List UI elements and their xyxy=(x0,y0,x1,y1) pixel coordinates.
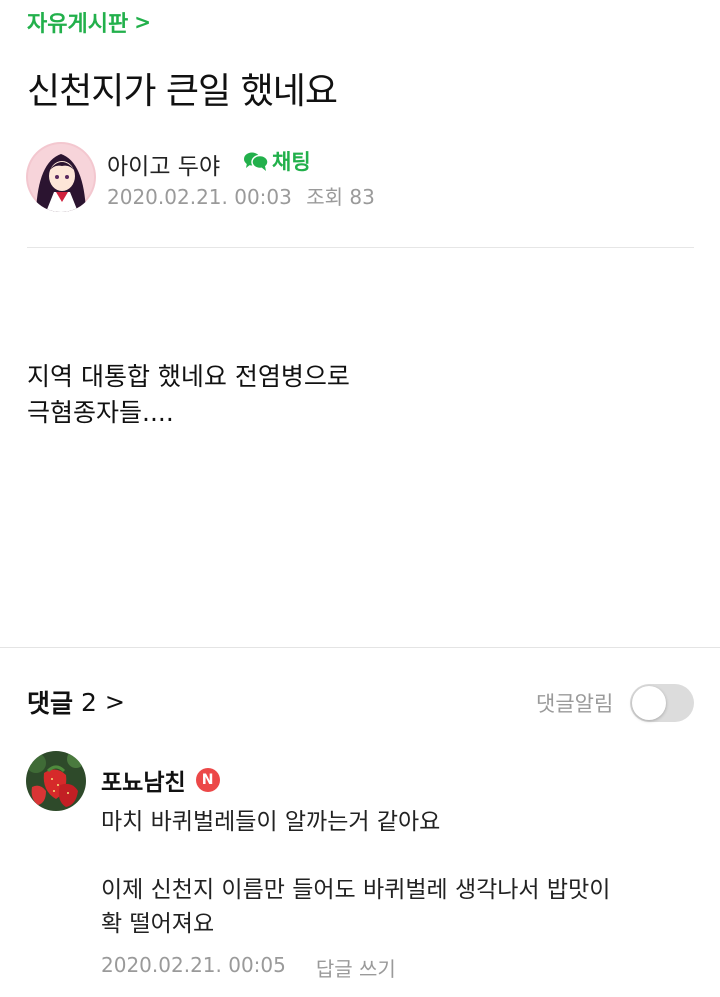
comment-line xyxy=(101,839,610,873)
chevron-right-icon: > xyxy=(104,688,126,716)
reply-button[interactable]: 답글 쓰기 xyxy=(316,953,396,982)
toggle-knob xyxy=(632,686,666,720)
post-views: 조회 83 xyxy=(306,185,375,209)
board-link[interactable]: 자유게시판 > xyxy=(27,7,151,37)
comment-meta: 2020.02.21. 00:05 답글 쓰기 xyxy=(101,953,396,982)
comment-line: 확 떨어져요 xyxy=(101,911,215,937)
commenter-name[interactable]: 포뇨남친 N xyxy=(101,763,220,797)
comment-line: 마치 바퀴벌레들이 알까는거 같아요 xyxy=(101,809,441,835)
header-divider xyxy=(27,247,694,248)
comment-date: 2020.02.21. 00:05 xyxy=(101,953,286,977)
post-title: 신천지가 큰일 했네요 xyxy=(27,71,338,112)
comments-label: 댓글 xyxy=(27,689,74,718)
author-name[interactable]: 아이고 두야 xyxy=(107,147,220,181)
post-body: 지역 대통합 했네요 전염병으로 극혐종자들.... xyxy=(27,359,350,431)
chat-bubbles-icon xyxy=(244,152,269,171)
commenter-avatar[interactable] xyxy=(26,751,86,811)
commenter-name-text: 포뇨남친 xyxy=(101,770,186,796)
post-meta: 2020.02.21. 00:03 조회 83 xyxy=(107,181,383,210)
chevron-right-icon: > xyxy=(134,10,151,34)
comment-line: 이제 신천지 이름만 들어도 바퀴벌레 생각나서 밥맛이 xyxy=(101,877,611,903)
post-body-line: 지역 대통합 했네요 전염병으로 xyxy=(27,362,350,391)
post-date: 2020.02.21. 00:03 xyxy=(107,185,292,209)
chat-button[interactable]: 채팅 xyxy=(243,146,311,176)
comment-body: 마치 바퀴벌레들이 알까는거 같아요 이제 신천지 이름만 들어도 바퀴벌레 생… xyxy=(101,805,610,941)
comments-count: 2 xyxy=(81,687,97,717)
section-divider xyxy=(0,647,720,648)
chat-label: 채팅 xyxy=(272,150,311,174)
board-name: 자유게시판 xyxy=(27,12,129,37)
commenter-avatar-image xyxy=(26,751,86,811)
comments-header[interactable]: 댓글 2 > xyxy=(27,684,125,720)
post-body-line: 극혐종자들.... xyxy=(27,398,174,427)
author-avatar[interactable] xyxy=(26,142,96,212)
new-badge: N xyxy=(195,768,220,792)
comment-notify-toggle[interactable] xyxy=(630,684,694,722)
comment-notify-label: 댓글알림 xyxy=(536,692,614,716)
author-avatar-image xyxy=(26,142,96,212)
